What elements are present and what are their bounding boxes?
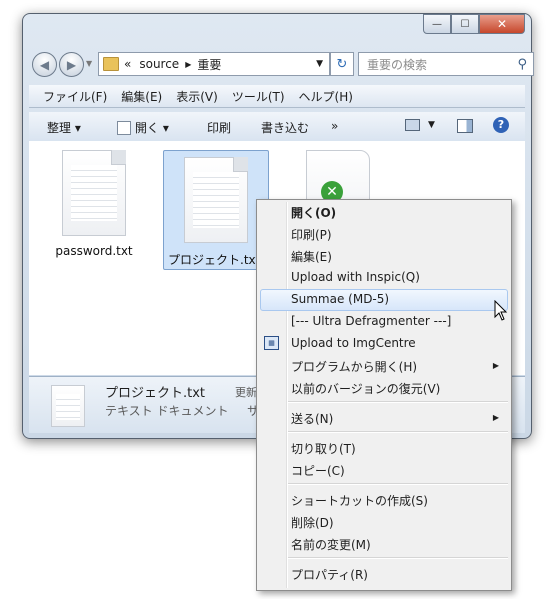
forward-arrow-icon: ▶ <box>66 57 77 72</box>
icon-column <box>286 202 288 588</box>
menu-item-send-to[interactable]: 送る(N) <box>291 410 333 427</box>
views-button[interactable]: ▼ <box>405 119 435 131</box>
minimize-button[interactable]: — <box>423 14 451 34</box>
menu-item-cut[interactable]: 切り取り(T) <box>291 440 356 457</box>
breadcrumb-current[interactable]: 重要 <box>197 56 221 73</box>
open-button[interactable]: 開く ▾ <box>117 119 169 136</box>
menu-item-create-shortcut[interactable]: ショートカットの作成(S) <box>291 492 428 509</box>
menu-item-properties[interactable]: プロパティ(R) <box>291 566 368 583</box>
details-modified-label: 更新 <box>235 386 257 399</box>
burn-button[interactable]: 書き込む <box>261 119 309 136</box>
imgcentre-icon: ▦ <box>264 336 279 350</box>
menu-item-summae[interactable]: Summae (MD-5) <box>291 292 389 306</box>
recent-pages-dropdown-icon[interactable]: ▼ <box>86 59 92 68</box>
address-row: ◀ ▶ ▼ « source ▶ 重要 ▼ ↻ 重要の検索 ⚲ <box>30 51 534 77</box>
back-arrow-icon: ◀ <box>39 57 50 72</box>
details-filetype: テキスト ドキュメント <box>105 404 229 418</box>
notepad-icon <box>117 120 131 135</box>
menu-item-upload-inspic[interactable]: Upload with Inspic(Q) <box>291 270 420 284</box>
more-label: » <box>331 119 339 133</box>
caption-buttons: — ☐ ✕ <box>423 14 525 34</box>
menu-bar: ファイル(F) 編集(E) 表示(V) ツール(T) ヘルプ(H) <box>29 85 525 108</box>
menu-edit[interactable]: 編集(E) <box>121 88 162 105</box>
help-icon: ? <box>493 117 509 133</box>
menu-help[interactable]: ヘルプ(H) <box>299 88 353 105</box>
organize-button[interactable]: 整理 ▾ <box>47 119 81 136</box>
help-button[interactable]: ? <box>493 117 509 133</box>
back-button[interactable]: ◀ <box>32 52 57 77</box>
preview-pane-icon <box>457 119 473 133</box>
maximize-button[interactable]: ☐ <box>451 14 479 34</box>
text-file-icon <box>184 157 248 243</box>
menu-item-open[interactable]: 開く(O) <box>291 204 336 221</box>
refresh-icon: ↻ <box>336 56 348 72</box>
menu-item-restore-previous[interactable]: 以前のバージョンの復元(V) <box>291 380 440 397</box>
file-name: password.txt <box>55 244 133 258</box>
menu-item-delete[interactable]: 削除(D) <box>291 514 334 531</box>
menu-item-rename[interactable]: 名前の変更(M) <box>291 536 371 553</box>
mouse-cursor-icon <box>494 300 508 321</box>
menu-separator <box>288 401 508 403</box>
open-label: 開く ▾ <box>135 121 169 135</box>
address-bar[interactable]: « source ▶ 重要 ▼ <box>98 52 330 76</box>
forward-button[interactable]: ▶ <box>59 52 84 77</box>
menu-item-copy[interactable]: コピー(C) <box>291 462 345 479</box>
nav-buttons: ◀ ▶ <box>32 51 84 77</box>
address-prefix: « <box>124 57 132 71</box>
refresh-button[interactable]: ↻ <box>330 52 354 76</box>
file-name: プロジェクト.txt <box>168 253 261 267</box>
submenu-arrow-icon: ▶ <box>492 361 499 370</box>
file-item-selected[interactable]: プロジェクト.txt <box>163 150 269 270</box>
views-dropdown-icon: ▼ <box>428 120 435 130</box>
menu-file[interactable]: ファイル(F) <box>43 88 107 105</box>
address-dropdown-icon[interactable]: ▼ <box>316 59 323 69</box>
menu-view[interactable]: 表示(V) <box>176 88 218 105</box>
selected-file-icon <box>51 385 85 427</box>
text-file-icon <box>62 150 126 236</box>
search-placeholder: 重要の検索 <box>367 57 428 72</box>
menu-item-edit[interactable]: 編集(E) <box>291 248 332 265</box>
breadcrumb-source[interactable]: source <box>139 57 179 71</box>
search-input[interactable]: 重要の検索 ⚲ <box>358 52 534 76</box>
menu-separator <box>288 431 508 433</box>
burn-label: 書き込む <box>261 121 310 135</box>
breadcrumb-separator-icon[interactable]: ▶ <box>185 60 191 69</box>
close-button[interactable]: ✕ <box>479 14 525 34</box>
menu-item-open-with[interactable]: プログラムから開く(H) <box>291 358 417 375</box>
folder-icon <box>103 57 119 71</box>
context-menu: 開く(O) 印刷(P) 編集(E) Upload with Inspic(Q) … <box>256 199 512 591</box>
file-item[interactable]: password.txt <box>42 150 146 258</box>
views-icon <box>405 119 420 131</box>
search-icon[interactable]: ⚲ <box>517 57 527 72</box>
print-label: 印刷 <box>207 121 232 135</box>
menu-item-upload-imgcentre[interactable]: Upload to ImgCentre <box>291 336 416 350</box>
print-button[interactable]: 印刷 <box>207 119 231 136</box>
menu-item-ultra-defragmenter[interactable]: [--- Ultra Defragmenter ---] <box>291 314 451 328</box>
submenu-arrow-icon: ▶ <box>492 413 499 422</box>
command-bar: 整理 ▾ 開く ▾ 印刷 書き込む » ▼ ? <box>29 112 525 143</box>
details-filename: プロジェクト.txt <box>105 386 206 401</box>
menu-separator <box>288 483 508 485</box>
menu-tools[interactable]: ツール(T) <box>232 88 285 105</box>
menu-item-print[interactable]: 印刷(P) <box>291 226 332 243</box>
preview-pane-button[interactable] <box>457 119 473 133</box>
menu-separator <box>288 557 508 559</box>
organize-label: 整理 ▾ <box>47 121 81 135</box>
more-button[interactable]: » <box>331 119 338 133</box>
